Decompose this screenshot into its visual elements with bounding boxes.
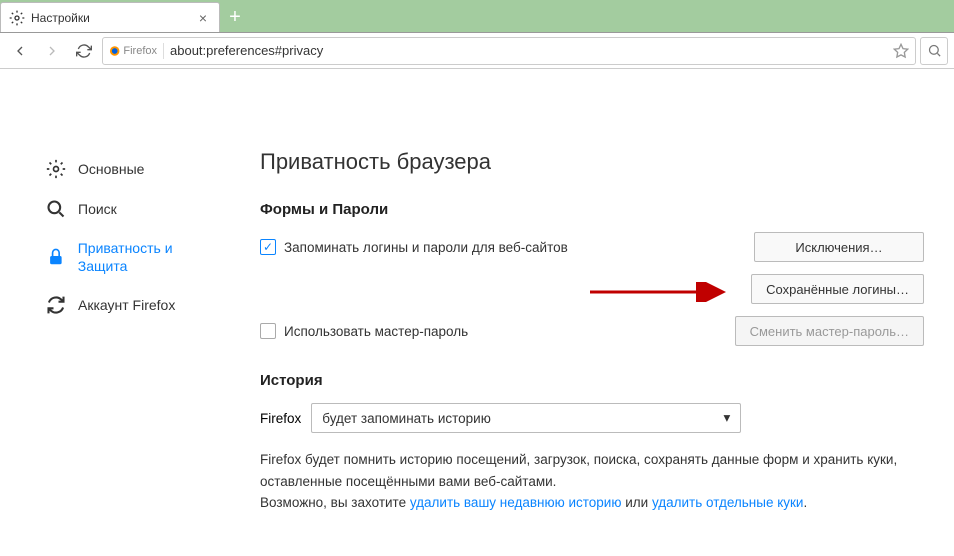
forward-button[interactable] (38, 37, 66, 65)
gear-icon (9, 10, 25, 26)
clear-cookies-link[interactable]: удалить отдельные куки (652, 495, 804, 510)
close-icon[interactable]: × (195, 10, 211, 26)
url-bar[interactable]: Firefox (102, 37, 916, 65)
tab-title: Настройки (31, 11, 195, 25)
back-button[interactable] (6, 37, 34, 65)
clear-recent-history-link[interactable]: удалить вашу недавнюю историю (410, 495, 622, 510)
history-description: Firefox будет помнить историю посещений,… (260, 449, 924, 492)
identity-label: Firefox (123, 45, 157, 57)
checkbox-checked-icon: ✓ (260, 239, 276, 255)
sidebar-item-label: Основные (78, 160, 144, 178)
reload-button[interactable] (70, 37, 98, 65)
section-history-heading: История (260, 372, 924, 389)
change-master-password-button: Сменить мастер-пароль… (735, 316, 924, 346)
new-tab-button[interactable]: + (220, 2, 250, 32)
gear-icon (46, 159, 66, 179)
history-prefix: Firefox (260, 411, 301, 426)
sidebar-item-label: Приватность и Защита (78, 239, 224, 275)
lock-icon (46, 247, 66, 267)
chevron-down-icon: ▾ (723, 410, 730, 426)
page-title: Приватность браузера (260, 149, 924, 175)
sidebar-item-label: Поиск (78, 200, 117, 218)
saved-logins-button[interactable]: Сохранённые логины… (751, 274, 924, 304)
url-input[interactable] (170, 43, 893, 58)
history-mode-select[interactable]: будет запоминать историю ▾ (311, 403, 741, 433)
sync-icon (46, 295, 66, 315)
select-value: будет запоминать историю (322, 411, 491, 426)
sidebar-item-label: Аккаунт Firefox (78, 296, 175, 314)
sidebar-item-general[interactable]: Основные (40, 149, 230, 189)
search-icon (46, 199, 66, 219)
browser-tab[interactable]: Настройки × (0, 2, 220, 32)
main-panel: Приватность браузера Формы и Пароли ✓ За… (240, 89, 954, 556)
tab-bar: Настройки × + (0, 0, 954, 33)
history-links-line: Возможно, вы захотите удалить вашу недав… (260, 492, 924, 514)
section-forms-heading: Формы и Пароли (260, 201, 924, 218)
sidebar: Основные Поиск Приватность и Защита Акка… (0, 89, 240, 556)
identity-box[interactable]: Firefox (109, 43, 164, 59)
bookmark-star-icon[interactable] (893, 43, 909, 59)
toolbar: Firefox (0, 33, 954, 69)
exceptions-button[interactable]: Исключения… (754, 232, 924, 262)
checkbox-unchecked-icon (260, 323, 276, 339)
sidebar-item-account[interactable]: Аккаунт Firefox (40, 285, 230, 325)
checkbox-label: Использовать мастер-пароль (284, 324, 468, 339)
checkbox-label: Запоминать логины и пароли для веб-сайто… (284, 240, 568, 255)
sidebar-item-search[interactable]: Поиск (40, 189, 230, 229)
firefox-icon (109, 43, 120, 59)
master-password-checkbox[interactable]: Использовать мастер-пароль (260, 323, 468, 339)
sidebar-item-privacy[interactable]: Приватность и Защита (40, 229, 230, 285)
search-button[interactable] (920, 37, 948, 65)
remember-logins-checkbox[interactable]: ✓ Запоминать логины и пароли для веб-сай… (260, 239, 568, 255)
